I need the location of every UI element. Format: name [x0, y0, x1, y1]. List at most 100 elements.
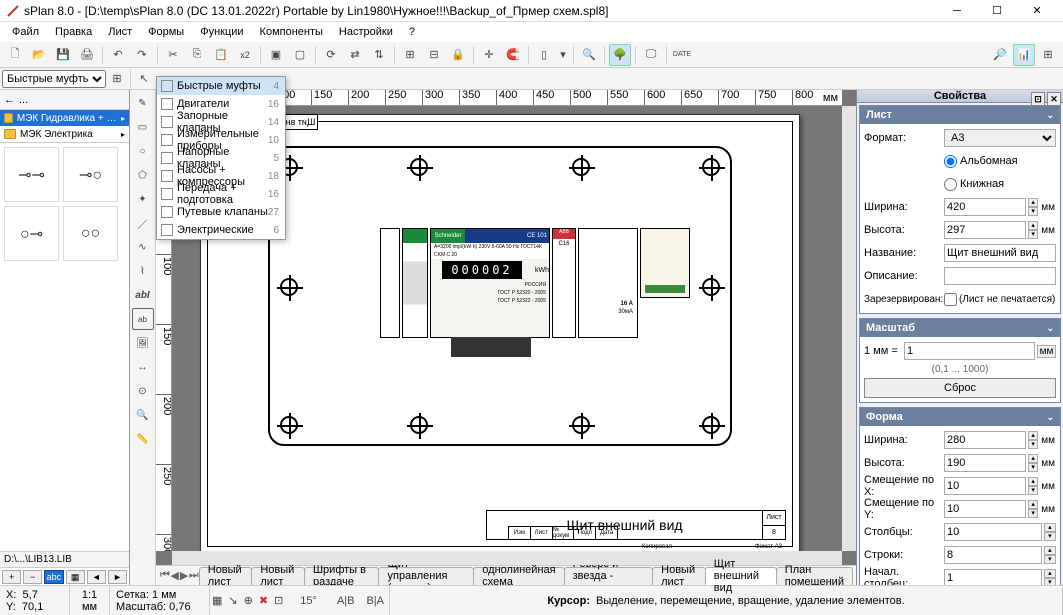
save-button[interactable]: 💾 — [52, 44, 74, 66]
menu-sheet[interactable]: Лист — [100, 24, 140, 40]
sheet-name-input[interactable] — [944, 244, 1056, 262]
form-rows-input[interactable] — [944, 546, 1042, 564]
layerdrop-button[interactable]: ▾ — [557, 44, 569, 66]
sheet-tab[interactable]: Новый лист — [199, 567, 253, 585]
cut-button[interactable]: ✂ — [162, 44, 184, 66]
redo-button[interactable]: ↷ — [131, 44, 153, 66]
open-button[interactable]: 📂 — [28, 44, 50, 66]
status-lock-button[interactable]: ⊡ — [273, 590, 284, 612]
flipv-button[interactable]: ⇅ — [368, 44, 390, 66]
tree-button[interactable]: 🌳 — [609, 44, 631, 66]
duplicate-button[interactable]: x2 — [234, 44, 256, 66]
lib-btn1[interactable]: ⊞ — [108, 70, 126, 88]
sheet-tab[interactable]: План помещений — [776, 567, 853, 585]
panel-close-button[interactable]: ✕ — [1047, 92, 1061, 106]
tool-node[interactable]: ⊙ — [132, 380, 154, 402]
context-item[interactable]: Передача + подготовка16 — [157, 185, 285, 203]
sheet-tab-active[interactable]: Щит внешний вид — [705, 567, 777, 585]
form-offx-input[interactable] — [944, 477, 1026, 495]
sheet-tab[interactable]: однолинейная схема — [473, 567, 564, 585]
tool-textbox[interactable]: ab — [132, 308, 154, 330]
status-angle-button[interactable]: 15° — [296, 590, 321, 612]
menu-components[interactable]: Компоненты — [252, 24, 331, 40]
status-grid-button[interactable]: ▦ — [211, 590, 223, 612]
undo-button[interactable]: ↶ — [107, 44, 129, 66]
sheet-tab[interactable]: Шрифты в раздаче — [304, 567, 380, 585]
sheet-tab[interactable]: Реверс и звезда - треуг. — [564, 567, 654, 585]
menu-help[interactable]: ? — [401, 24, 423, 40]
form-width-input[interactable] — [944, 431, 1026, 449]
front-button[interactable]: ▣ — [265, 44, 287, 66]
sheet-desc-input[interactable] — [944, 267, 1056, 285]
context-item[interactable]: Электрические6 — [157, 221, 285, 239]
binoculars-button[interactable]: 🔎 — [989, 44, 1011, 66]
section-form-header[interactable]: Форма⌄ — [860, 408, 1060, 426]
menu-functions[interactable]: Функции — [192, 24, 251, 40]
symbol-item[interactable]: ○⊸ — [4, 206, 59, 261]
sheet-tab[interactable]: Новый лист — [251, 567, 305, 585]
date-button[interactable]: DATE — [671, 44, 693, 66]
toggle-right[interactable]: ► — [108, 570, 127, 584]
status-cross-button[interactable]: ✖ — [258, 590, 269, 612]
tool-line[interactable]: ／ — [132, 212, 154, 234]
reserved-checkbox[interactable] — [944, 293, 957, 306]
tool-special[interactable]: ✦ — [132, 188, 154, 210]
tool-bezier[interactable]: ⌇ — [132, 260, 154, 282]
tool-rect[interactable]: ▭ — [132, 116, 154, 138]
group-button[interactable]: ⊞ — [399, 44, 421, 66]
symbol-item[interactable]: ○○ — [63, 206, 118, 261]
ungroup-button[interactable]: ⊟ — [423, 44, 445, 66]
back-button[interactable]: ▢ — [289, 44, 311, 66]
toggle-plus[interactable]: + — [2, 570, 21, 584]
maximize-button[interactable]: ☐ — [977, 0, 1017, 22]
tab-nav-next[interactable]: ▶ — [179, 568, 188, 584]
toggle-left[interactable]: ◄ — [87, 570, 106, 584]
format-select[interactable]: A3 — [944, 129, 1056, 147]
status-ba-button[interactable]: B|A — [362, 590, 388, 612]
lib-folder-hydraulics[interactable]: МЭК Гидравлика + Пневматика ▸ — [0, 110, 129, 126]
section-scale-header[interactable]: Масштаб⌄ — [860, 319, 1060, 337]
tab-nav-prev[interactable]: ◀ — [170, 568, 179, 584]
lib-folder-electrical[interactable]: МЭК Электрика ▸ — [0, 126, 129, 142]
tool-freehand[interactable]: ✎ — [132, 92, 154, 114]
layer-button[interactable]: ▯ — [533, 44, 555, 66]
tool-circle[interactable]: ○ — [132, 140, 154, 162]
status-snap-button[interactable]: ↘ — [227, 590, 238, 612]
panel-pin-button[interactable]: ⊡ — [1031, 92, 1045, 106]
form-offy-input[interactable] — [944, 500, 1026, 518]
fliph-button[interactable]: ⇄ — [344, 44, 366, 66]
toggle-minus[interactable]: − — [23, 570, 42, 584]
form-cols-input[interactable] — [944, 523, 1042, 541]
minimize-button[interactable]: ─ — [937, 0, 977, 22]
status-ab-button[interactable]: A|B — [333, 590, 359, 612]
lock-button[interactable]: 🔒 — [447, 44, 469, 66]
context-item[interactable]: Путевые клапаны27 — [157, 203, 285, 221]
sheet-width-input[interactable] — [944, 198, 1026, 216]
tab-nav-last[interactable]: ⏭ — [189, 568, 199, 584]
toggle-abc[interactable]: abc — [44, 570, 63, 584]
print-button[interactable]: 🖨 — [76, 44, 98, 66]
orient-portrait[interactable]: Книжная — [944, 178, 1004, 191]
section-sheet-header[interactable]: Лист⌄ — [860, 106, 1060, 124]
snap-button[interactable]: ✛ — [478, 44, 500, 66]
menu-forms[interactable]: Формы — [140, 24, 192, 40]
pointer-tool[interactable]: ↖ — [135, 70, 153, 88]
sheet-tab[interactable]: Новый лист — [652, 567, 706, 585]
tool-dimension[interactable]: ↔ — [132, 356, 154, 378]
zoom-button[interactable]: 🔍 — [578, 44, 600, 66]
toggle-grid[interactable]: ▦ — [66, 570, 85, 584]
nav-back-button[interactable]: ← — [4, 94, 15, 106]
paste-button[interactable]: 📋 — [210, 44, 232, 66]
copy-button[interactable]: ⎘ — [186, 44, 208, 66]
form-startcol-input[interactable] — [944, 569, 1042, 585]
tool-zoom[interactable]: 🔍 — [132, 404, 154, 426]
menu-edit[interactable]: Правка — [47, 24, 100, 40]
new-button[interactable]: 🗋 — [4, 44, 26, 66]
magnet-button[interactable]: 🧲 — [502, 44, 524, 66]
status-origin-button[interactable]: ⊕ — [243, 590, 254, 612]
vertical-scrollbar[interactable] — [842, 106, 856, 551]
symbol-item[interactable]: ⊸⊸ — [4, 147, 59, 202]
tool-text[interactable]: abI — [132, 284, 154, 306]
sheet-tab[interactable]: Щит управления (начало) — [378, 567, 474, 585]
sheet-height-input[interactable] — [944, 221, 1026, 239]
